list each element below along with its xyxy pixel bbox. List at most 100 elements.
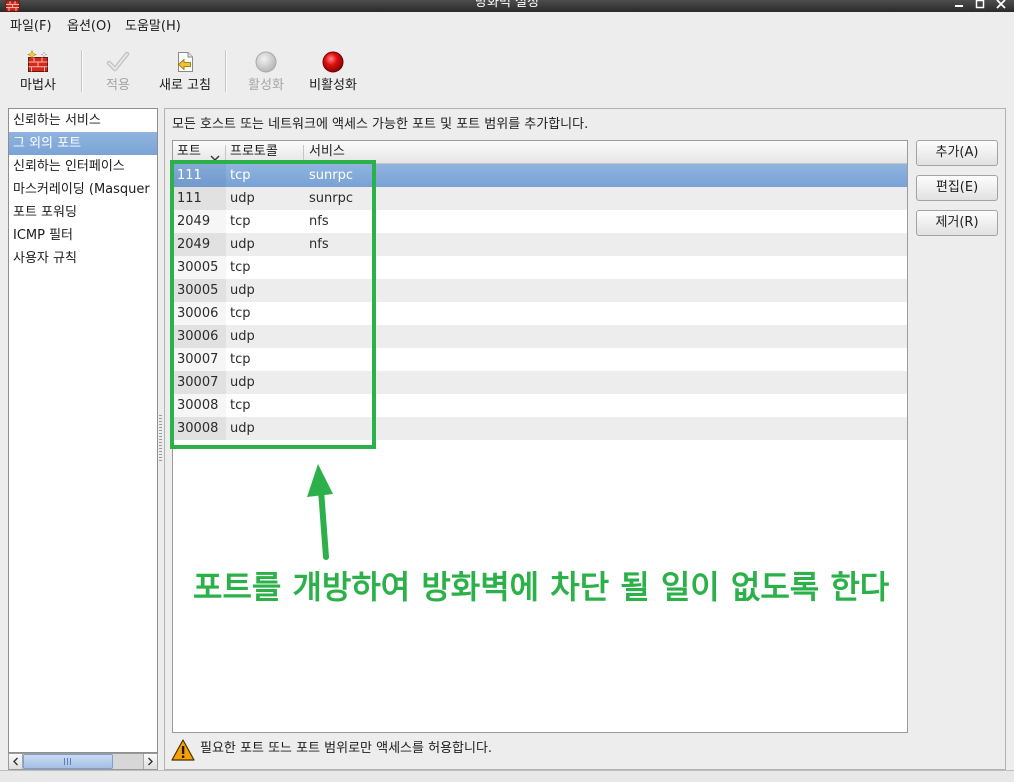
sidebar-item-other-ports[interactable]: 그 외의 포트: [9, 132, 157, 155]
firewall-icon: [26, 49, 50, 74]
sidebar: 신뢰하는 서비스 그 외의 포트 신뢰하는 인터페이스 마스커레이딩 (Masq…: [8, 108, 158, 753]
port-cell: 111: [173, 164, 226, 187]
protocol-cell: tcp: [230, 214, 251, 229]
window-title: 방화벽 설정: [475, 0, 539, 10]
protocol-cell: udp: [230, 329, 255, 344]
service-cell: [304, 417, 907, 440]
table-row[interactable]: 30008 udp: [173, 417, 907, 440]
disable-label: 비활성화: [309, 78, 357, 93]
wizard-label: 마법사: [20, 78, 56, 93]
enable-button[interactable]: 활성화: [234, 46, 298, 98]
protocol-cell: tcp: [230, 260, 251, 275]
table-body: 111 tcp sunrpc 111 udp sunrpc 2049 tcp n…: [173, 164, 907, 440]
annotation-text: 포트를 개방하여 방화벽에 차단 될 일이 없도록 한다: [193, 568, 890, 606]
table-row[interactable]: 2049 tcp nfs: [173, 210, 907, 233]
maximize-icon[interactable]: [975, 0, 985, 11]
menu-options[interactable]: 옵션(O): [61, 12, 117, 42]
sidebar-item-custom-rules[interactable]: 사용자 규칙: [9, 247, 157, 270]
edit-button[interactable]: 편집(E): [916, 175, 998, 201]
title-bar[interactable]: 방화벽 설정: [0, 0, 1014, 12]
service-cell: sunrpc: [309, 168, 353, 183]
table-row[interactable]: 30007 udp: [173, 371, 907, 394]
port-cell: 30008: [173, 394, 226, 417]
table-row[interactable]: 30005 tcp: [173, 256, 907, 279]
reload-label: 새로 고침: [159, 78, 211, 93]
column-header-protocol[interactable]: 프로토콜: [226, 141, 304, 163]
apply-button[interactable]: 적용: [86, 46, 150, 98]
protocol-cell: udp: [230, 191, 255, 206]
table-row[interactable]: 111 tcp sunrpc: [173, 164, 907, 187]
column-header-port-label: 포트: [177, 144, 201, 159]
toolbar-separator: [225, 50, 227, 92]
port-cell: 111: [173, 187, 226, 210]
enable-label: 활성화: [248, 78, 284, 93]
table-row[interactable]: 30008 tcp: [173, 394, 907, 417]
port-cell: 2049: [173, 210, 226, 233]
protocol-cell: udp: [230, 421, 255, 436]
port-cell: 30008: [173, 417, 226, 440]
sidebar-item-icmp-filter[interactable]: ICMP 필터: [9, 224, 157, 247]
scrollbar-grip-icon: [64, 758, 71, 765]
reload-icon: [173, 50, 197, 74]
sidebar-item-trusted-interfaces[interactable]: 신뢰하는 인터페이스: [9, 155, 157, 178]
sidebar-horizontal-scrollbar[interactable]: [8, 753, 158, 770]
splitter-grip-icon: [159, 415, 162, 461]
port-cell: 30006: [173, 302, 226, 325]
table-row[interactable]: 30007 tcp: [173, 348, 907, 371]
toolbar-separator: [81, 50, 83, 92]
protocol-cell: udp: [230, 283, 255, 298]
table-row[interactable]: 2049 udp nfs: [173, 233, 907, 256]
apply-label: 적용: [106, 78, 130, 93]
grey-circle-icon: [254, 50, 278, 74]
protocol-cell: udp: [230, 237, 255, 252]
protocol-cell: tcp: [230, 398, 251, 413]
service-cell: nfs: [309, 237, 329, 252]
annotation-arrow-icon: [300, 460, 340, 560]
table-row[interactable]: 30006 tcp: [173, 302, 907, 325]
table-row[interactable]: 30006 udp: [173, 325, 907, 348]
table-row[interactable]: 30005 udp: [173, 279, 907, 302]
menu-file[interactable]: 파일(F): [4, 12, 58, 42]
protocol-cell: tcp: [230, 306, 251, 321]
menu-help[interactable]: 도움말(H): [119, 12, 187, 42]
sidebar-item-masquerading[interactable]: 마스커레이딩 (Masquer: [9, 178, 157, 201]
port-cell: 30005: [173, 279, 226, 302]
service-cell: [304, 279, 907, 302]
service-cell: sunrpc: [309, 191, 353, 206]
port-cell: 2049: [173, 233, 226, 256]
service-cell: [304, 348, 907, 371]
service-cell: [304, 394, 907, 417]
column-header-port[interactable]: 포트: [173, 141, 226, 163]
port-cell: 30005: [173, 256, 226, 279]
close-icon[interactable]: [996, 0, 1006, 11]
protocol-cell: tcp: [230, 168, 251, 183]
red-circle-icon: [321, 50, 345, 74]
service-cell: nfs: [309, 214, 329, 229]
remove-button[interactable]: 제거(R): [916, 210, 998, 236]
port-cell: 30006: [173, 325, 226, 348]
scrollbar-thumb[interactable]: [23, 754, 113, 769]
ports-table: 포트 프로토콜 서비스 111 tcp sunrpc 111 udp sunrp…: [172, 140, 908, 733]
protocol-cell: udp: [230, 375, 255, 390]
minimize-icon[interactable]: [954, 0, 964, 11]
disable-button[interactable]: 비활성화: [298, 46, 368, 98]
port-cell: 30007: [173, 371, 226, 394]
service-cell: [304, 302, 907, 325]
checkmark-icon: [106, 50, 130, 74]
reload-button[interactable]: 새로 고침: [150, 46, 220, 98]
warning-icon: [171, 738, 195, 762]
page-description: 모든 호스트 또는 네트워크에 액세스 가능한 포트 및 포트 범위를 추가합니…: [172, 117, 589, 132]
status-bar: [0, 770, 1014, 782]
info-note: 필요한 포트 또느 포트 범위로만 액세스를 허용합니다.: [200, 741, 493, 756]
wizard-button[interactable]: 마법사: [8, 46, 68, 98]
table-row[interactable]: 111 udp sunrpc: [173, 187, 907, 210]
scroll-right-icon[interactable]: [143, 754, 157, 769]
chevron-down-icon: [210, 148, 220, 161]
port-cell: 30007: [173, 348, 226, 371]
sidebar-item-port-forwarding[interactable]: 포트 포워딩: [9, 201, 157, 224]
sidebar-item-trusted-services[interactable]: 신뢰하는 서비스: [9, 109, 157, 132]
protocol-cell: tcp: [230, 352, 251, 367]
column-header-service[interactable]: 서비스: [304, 141, 907, 163]
scroll-left-icon[interactable]: [9, 754, 23, 769]
add-button[interactable]: 추가(A): [916, 140, 998, 166]
